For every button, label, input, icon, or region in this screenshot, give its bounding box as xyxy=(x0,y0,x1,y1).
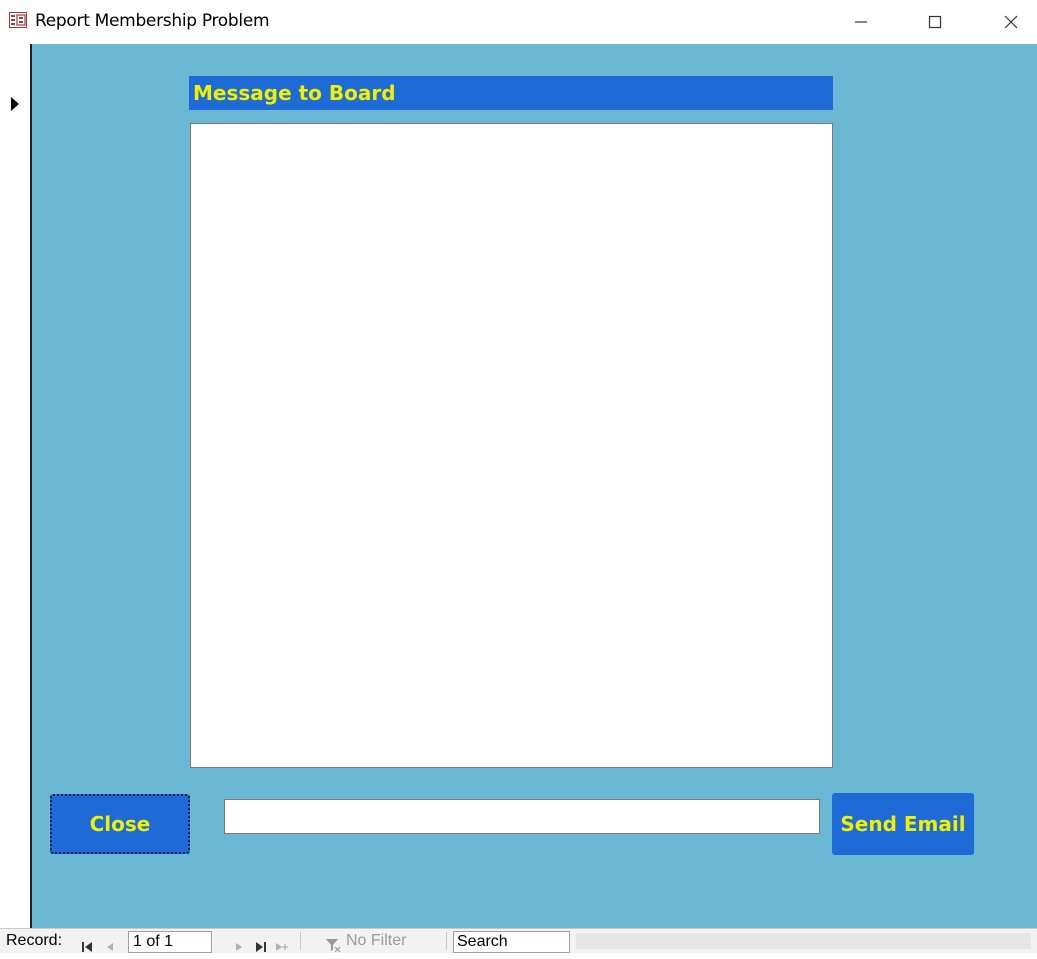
email-address-field[interactable] xyxy=(224,799,820,834)
record-navigation-bar: Record: 1 of 1 No Filter Search xyxy=(0,928,1037,953)
nav-divider xyxy=(300,932,301,950)
current-record-field[interactable]: 1 of 1 xyxy=(128,931,212,953)
prev-record-icon[interactable] xyxy=(104,935,116,959)
close-button[interactable]: Close xyxy=(50,794,190,854)
record-label: Record: xyxy=(6,932,63,949)
search-input[interactable]: Search xyxy=(453,931,570,953)
message-textarea[interactable] xyxy=(190,123,833,768)
message-label: Message to Board xyxy=(189,76,833,110)
window-title: Report Membership Problem xyxy=(35,11,270,31)
close-icon xyxy=(1004,15,1018,29)
new-record-icon[interactable] xyxy=(275,935,289,959)
title-bar: Report Membership Problem xyxy=(0,0,1037,44)
form-icon xyxy=(9,12,27,28)
filter-status[interactable]: No Filter xyxy=(346,929,406,953)
filter-icon[interactable] xyxy=(325,933,341,957)
record-selector[interactable] xyxy=(0,44,30,928)
maximize-icon xyxy=(928,15,942,29)
current-record-arrow-icon xyxy=(11,97,19,111)
send-email-button[interactable]: Send Email xyxy=(832,793,974,855)
horizontal-scrollbar[interactable] xyxy=(576,933,1031,949)
minimize-button[interactable] xyxy=(838,6,884,38)
minimize-icon xyxy=(855,21,867,23)
first-record-icon[interactable] xyxy=(81,935,93,959)
close-window-button[interactable] xyxy=(988,6,1034,38)
last-record-icon[interactable] xyxy=(255,935,267,959)
nav-divider xyxy=(446,932,447,950)
maximize-button[interactable] xyxy=(912,6,958,38)
next-record-icon[interactable] xyxy=(233,935,245,959)
